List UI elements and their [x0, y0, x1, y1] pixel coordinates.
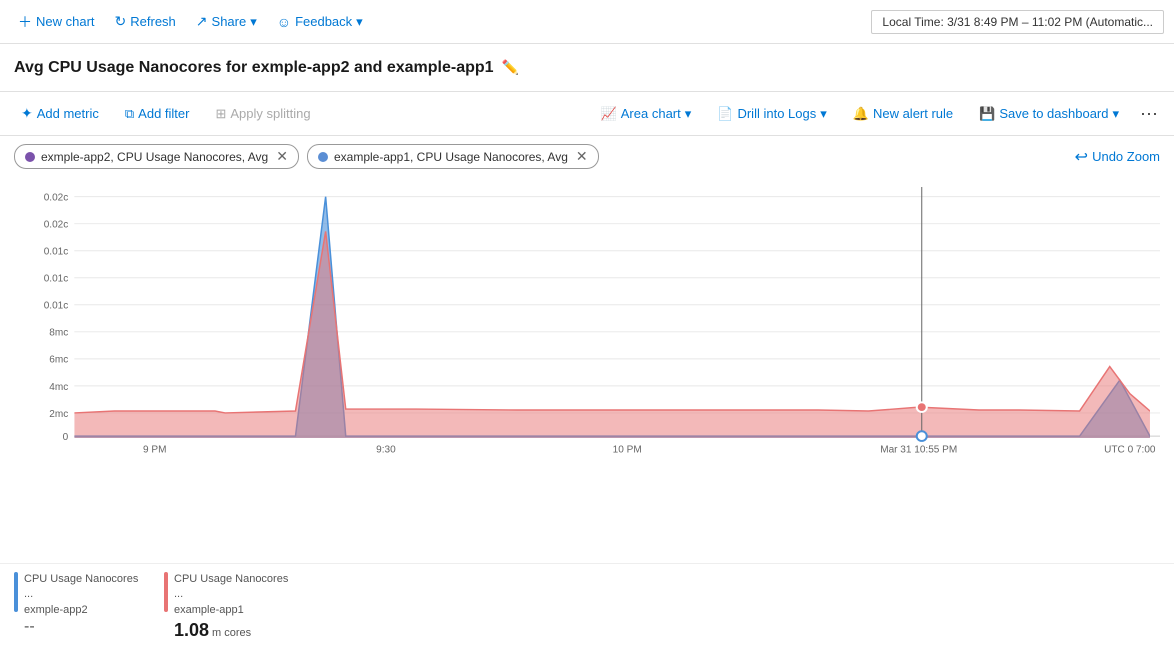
tag-label-exmple-app2: exmple-app2, CPU Usage Nanocores, Avg: [41, 150, 268, 164]
svg-text:Mar 31 10:55 PM: Mar 31 10:55 PM: [880, 445, 957, 456]
area-chart-button[interactable]: 📈 Area chart ▾: [590, 101, 703, 127]
chart-area: 0.02c 0.02c 0.01c 0.01c 0.01c 8mc 6mc 4m…: [0, 177, 1174, 563]
svg-text:4mc: 4mc: [49, 382, 68, 393]
refresh-button[interactable]: ↻ Refresh: [107, 9, 184, 34]
chart-svg: 0.02c 0.02c 0.01c 0.01c 0.01c 8mc 6mc 4m…: [14, 187, 1160, 467]
tag-label-example-app1: example-app1, CPU Usage Nanocores, Avg: [334, 150, 568, 164]
add-metric-label: Add metric: [37, 106, 99, 121]
legend-value-app1: 1.08: [174, 620, 209, 641]
svg-text:0.01c: 0.01c: [44, 301, 69, 312]
datapoint-app1: [917, 431, 927, 441]
svg-text:0.01c: 0.01c: [44, 247, 69, 258]
share-icon: ↗: [196, 13, 208, 30]
undo-zoom-button[interactable]: ↩ Undo Zoom: [1075, 147, 1160, 167]
legend-unit-app1: m cores: [212, 627, 251, 639]
metrics-toolbar: ✦ Add metric ⧉ Add filter ⊞ Apply splitt…: [0, 92, 1174, 136]
share-button[interactable]: ↗ Share ▾: [188, 9, 265, 34]
undo-zoom-label: Undo Zoom: [1092, 149, 1160, 164]
datapoint-app2: [917, 402, 927, 412]
area-chart-icon: 📈: [601, 106, 617, 122]
refresh-label: Refresh: [130, 14, 176, 29]
new-chart-button[interactable]: ＋ New chart: [10, 8, 103, 36]
svg-text:0.02c: 0.02c: [44, 193, 69, 204]
new-alert-rule-label: New alert rule: [873, 106, 953, 121]
legend-label1-app2: CPU Usage Nanocores ...: [24, 572, 144, 603]
share-label: Share: [212, 14, 247, 29]
feedback-button[interactable]: ☺ Feedback ▾: [269, 10, 371, 34]
save-icon: 💾: [979, 106, 995, 122]
add-metric-button[interactable]: ✦ Add metric: [10, 100, 110, 127]
tag-exmple-app2: exmple-app2, CPU Usage Nanocores, Avg ✕: [14, 144, 299, 169]
edit-title-icon[interactable]: ✏️: [502, 59, 519, 76]
series-app2-fill: [74, 231, 1160, 438]
title-bar: Avg CPU Usage Nanocores for exmple-app2 …: [0, 44, 1174, 92]
legend-label2-app1: example-app1: [174, 603, 294, 618]
tag-color-example-app1: [318, 152, 328, 162]
add-metric-icon: ✦: [21, 105, 33, 122]
time-range-badge[interactable]: Local Time: 3/31 8:49 PM – 11:02 PM (Aut…: [871, 10, 1164, 34]
tag-example-app1: example-app1, CPU Usage Nanocores, Avg ✕: [307, 144, 599, 169]
svg-text:6mc: 6mc: [49, 355, 68, 366]
svg-text:8mc: 8mc: [49, 328, 68, 339]
feedback-icon: ☺: [277, 14, 291, 30]
save-to-dashboard-label: Save to dashboard: [999, 106, 1108, 121]
chart-legend: CPU Usage Nanocores ... exmple-app2 -- C…: [0, 563, 1174, 649]
undo-icon: ↩: [1075, 147, 1088, 167]
legend-color-app2: [14, 572, 18, 612]
refresh-icon: ↻: [115, 13, 127, 30]
legend-item-app1: CPU Usage Nanocores ... example-app1 1.0…: [164, 572, 294, 641]
svg-text:UTC 0 7:00: UTC 0 7:00: [1104, 445, 1156, 456]
feedback-label: Feedback: [295, 14, 352, 29]
add-filter-label: Add filter: [138, 106, 189, 121]
svg-text:0.01c: 0.01c: [44, 274, 69, 285]
time-range-text: Local Time: 3/31 8:49 PM – 11:02 PM (Aut…: [882, 15, 1153, 29]
series-app1-line: [74, 197, 1160, 436]
feedback-chevron-icon: ▾: [356, 14, 363, 30]
svg-text:2mc: 2mc: [49, 409, 68, 420]
series-app1-fill: [74, 197, 1160, 438]
save-chevron: ▾: [1112, 106, 1119, 122]
top-toolbar: ＋ New chart ↻ Refresh ↗ Share ▾ ☺ Feedba…: [0, 0, 1174, 44]
drill-chevron: ▾: [820, 106, 827, 122]
tag-close-exmple-app2[interactable]: ✕: [276, 148, 288, 165]
svg-text:0: 0: [63, 432, 69, 443]
metrics-bar-right: 📈 Area chart ▾ 📄 Drill into Logs ▾ 🔔 New…: [590, 99, 1164, 128]
legend-label1-app1: CPU Usage Nanocores ...: [174, 572, 294, 603]
new-chart-label: New chart: [36, 14, 95, 29]
legend-item-app2: CPU Usage Nanocores ... exmple-app2 --: [14, 572, 144, 641]
legend-value-app2: --: [24, 618, 144, 636]
svg-text:10 PM: 10 PM: [613, 445, 642, 456]
alert-icon: 🔔: [853, 106, 869, 122]
drill-icon: 📄: [717, 106, 733, 122]
area-chart-chevron: ▾: [685, 106, 692, 122]
legend-info-app2: CPU Usage Nanocores ... exmple-app2 --: [24, 572, 144, 636]
svg-text:0.02c: 0.02c: [44, 220, 69, 231]
area-chart-label: Area chart: [621, 106, 681, 121]
splitting-icon: ⊞: [215, 106, 226, 122]
drill-into-logs-button[interactable]: 📄 Drill into Logs ▾: [706, 101, 837, 127]
legend-label2-app2: exmple-app2: [24, 603, 144, 618]
more-options-button[interactable]: ···: [1134, 99, 1164, 128]
plus-icon: ＋: [18, 12, 32, 32]
tag-close-example-app1[interactable]: ✕: [576, 148, 588, 165]
filter-icon: ⧉: [125, 106, 134, 122]
drill-into-logs-label: Drill into Logs: [737, 106, 816, 121]
tags-row: exmple-app2, CPU Usage Nanocores, Avg ✕ …: [0, 136, 1174, 177]
svg-text:9:30: 9:30: [376, 445, 396, 456]
apply-splitting-button[interactable]: ⊞ Apply splitting: [204, 101, 321, 127]
share-chevron-icon: ▾: [250, 14, 257, 30]
svg-text:9 PM: 9 PM: [143, 445, 166, 456]
add-filter-button[interactable]: ⧉ Add filter: [114, 101, 201, 127]
top-bar-left: ＋ New chart ↻ Refresh ↗ Share ▾ ☺ Feedba…: [10, 8, 871, 36]
new-alert-rule-button[interactable]: 🔔 New alert rule: [842, 101, 964, 127]
legend-info-app1: CPU Usage Nanocores ... example-app1 1.0…: [174, 572, 294, 641]
tag-color-exmple-app2: [25, 152, 35, 162]
page-title: Avg CPU Usage Nanocores for exmple-app2 …: [14, 59, 494, 77]
apply-splitting-label: Apply splitting: [230, 106, 310, 121]
save-to-dashboard-button[interactable]: 💾 Save to dashboard ▾: [968, 101, 1130, 127]
legend-color-app1: [164, 572, 168, 612]
